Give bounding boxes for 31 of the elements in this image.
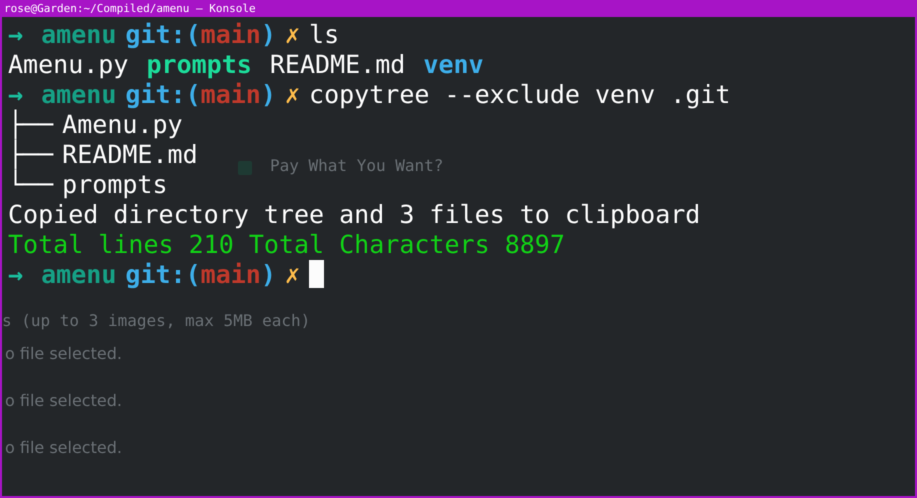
dirty-mark: ✗ bbox=[284, 80, 300, 109]
dirty-mark: ✗ bbox=[284, 260, 300, 289]
file-name: README.md bbox=[270, 50, 406, 79]
file-status: o file selected. bbox=[5, 438, 122, 457]
tree-branch: └── bbox=[8, 170, 54, 199]
file-name: Amenu.py bbox=[8, 50, 128, 79]
file-status: o file selected. bbox=[5, 344, 122, 363]
git-status: git:(main) bbox=[125, 260, 276, 289]
prompt-arrow: → bbox=[8, 20, 24, 49]
file-name: venv bbox=[423, 50, 484, 79]
file-name: prompts bbox=[62, 170, 168, 199]
tree-branch: ├── bbox=[8, 110, 54, 139]
file-name: prompts bbox=[146, 50, 252, 79]
git-status: git:(main) bbox=[125, 80, 276, 109]
dirty-mark: ✗ bbox=[284, 20, 300, 49]
command-text: copytree --exclude venv .git bbox=[309, 80, 730, 109]
file-name: Amenu.py bbox=[62, 110, 183, 139]
directory-name: amenu bbox=[41, 80, 116, 109]
prompt-arrow: → bbox=[8, 80, 24, 109]
output-text: Copied directory tree and 3 files to clipboard bbox=[8, 200, 700, 229]
file-name: README.md bbox=[62, 140, 198, 169]
directory-name: amenu bbox=[41, 20, 116, 49]
output-text: Total lines 210 Total Characters 8897 bbox=[8, 230, 565, 259]
file-status: o file selected. bbox=[5, 391, 122, 410]
directory-name: amenu bbox=[41, 260, 116, 289]
command-text: ls bbox=[309, 20, 340, 49]
tree-branch: ├── bbox=[8, 140, 54, 169]
git-status: git:(main) bbox=[125, 20, 276, 49]
prompt-arrow: → bbox=[8, 260, 24, 289]
upload-hint: s (up to 3 images, max 5MB each) bbox=[2, 311, 310, 330]
checkbox-label: Pay What You Want? bbox=[270, 156, 444, 175]
